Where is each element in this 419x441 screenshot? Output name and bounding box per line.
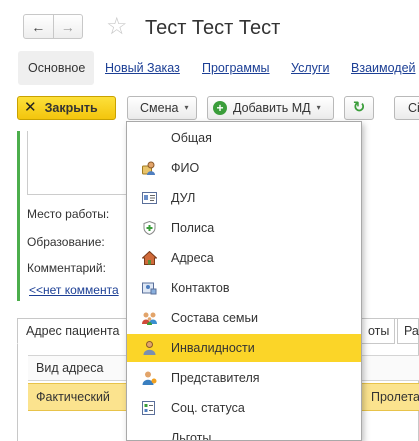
menu-item-dul[interactable]: ДУЛ <box>127 184 361 212</box>
menu-item-label: Общая <box>171 131 212 145</box>
comment-link[interactable]: <<нет коммента <box>29 283 129 297</box>
menu-item-label: Контактов <box>171 281 230 295</box>
tab-works[interactable]: оты <box>359 318 395 344</box>
tab-main[interactable]: Основное <box>18 51 94 85</box>
menu-item-disability[interactable]: Инвалидности <box>127 334 361 362</box>
shift-dropdown-menu: Общая ФИО ДУЛ Полиса Адреса Контактов Со… <box>126 121 362 441</box>
chevron-down-icon: ▾ <box>184 103 189 112</box>
menu-item-label: ДУЛ <box>171 191 196 205</box>
arrow-right-icon: → <box>60 18 75 35</box>
menu-item-label: Соц. статуса <box>171 401 245 415</box>
comment-label: Комментарий: <box>27 261 106 275</box>
menu-item-label: Адреса <box>171 251 214 265</box>
page-title: Тест Тест Тест <box>145 17 281 39</box>
menu-item-contacts[interactable]: Контактов <box>127 274 361 302</box>
menu-item-social-status[interactable]: Соц. статуса <box>127 394 361 422</box>
column-header-address-type[interactable]: Вид адреса <box>36 356 103 380</box>
close-button-label: Закрыть <box>44 101 98 115</box>
menu-item-label: Полиса <box>171 221 215 235</box>
education-label: Образование: <box>27 235 105 249</box>
menu-item-general[interactable]: Общая <box>127 124 361 152</box>
tab-services[interactable]: Услуги <box>291 51 329 85</box>
forward-button[interactable]: → <box>52 15 83 38</box>
photo-box <box>27 131 137 195</box>
cell-address-type: Фактический <box>36 390 110 404</box>
family-icon <box>142 311 157 325</box>
social-status-icon <box>142 401 157 415</box>
chevron-down-icon: ▾ <box>316 103 321 112</box>
add-md-button[interactable]: + Добавить МД ▾ <box>207 96 334 120</box>
tab-patient-address[interactable]: Адрес пациента <box>17 318 128 344</box>
person-card-icon <box>142 161 157 175</box>
contact-card-icon <box>142 281 157 295</box>
id-card-icon <box>142 191 157 205</box>
arrow-left-icon: ← <box>31 18 46 35</box>
representative-icon <box>142 371 157 385</box>
shift-dropdown-button[interactable]: Смена ▾ <box>127 96 197 120</box>
back-button[interactable]: ← <box>24 15 53 38</box>
menu-item-label: Состава семьи <box>171 311 258 325</box>
tab-interactions[interactable]: Взаимодей <box>351 51 416 85</box>
menu-item-fio[interactable]: ФИО <box>127 154 361 182</box>
add-md-label: Добавить МД <box>233 101 311 115</box>
house-icon <box>141 250 158 265</box>
refresh-button[interactable]: ↻ <box>344 96 374 120</box>
menu-item-addresses[interactable]: Адреса <box>127 244 361 272</box>
tab-new-order[interactable]: Новый Заказ <box>105 51 180 85</box>
menu-item-benefits[interactable]: Льготы <box>127 424 361 441</box>
refresh-icon: ↻ <box>352 99 366 116</box>
extra-button-label: Сi <box>408 101 419 115</box>
person-disability-icon <box>142 341 157 355</box>
tab-ra[interactable]: Ра <box>397 318 419 344</box>
favorite-star-icon[interactable]: ☆ <box>106 14 128 40</box>
menu-item-label: ФИО <box>171 161 200 175</box>
close-button[interactable]: ✕ Закрыть <box>17 96 116 120</box>
history-nav: ← → <box>23 14 83 39</box>
menu-item-label: Инвалидности <box>171 341 255 355</box>
shift-button-label: Смена <box>140 101 179 115</box>
shield-plus-icon <box>142 220 157 236</box>
section-marker <box>17 131 20 301</box>
menu-item-policy[interactable]: Полиса <box>127 214 361 242</box>
tab-programs[interactable]: Программы <box>202 51 270 85</box>
menu-item-label: Представителя <box>171 371 260 385</box>
extra-button[interactable]: Сi <box>394 96 419 120</box>
close-icon: ✕ <box>24 99 37 116</box>
menu-item-representative[interactable]: Представителя <box>127 364 361 392</box>
plus-circle-icon: + <box>213 101 227 115</box>
section-tabs: Основное Новый Заказ Программы Услуги Вз… <box>18 51 419 85</box>
menu-item-family[interactable]: Состава семьи <box>127 304 361 332</box>
menu-item-label: Льготы <box>171 431 212 441</box>
cell-street: Пролета <box>371 390 419 404</box>
work-label: Место работы: <box>27 207 110 221</box>
